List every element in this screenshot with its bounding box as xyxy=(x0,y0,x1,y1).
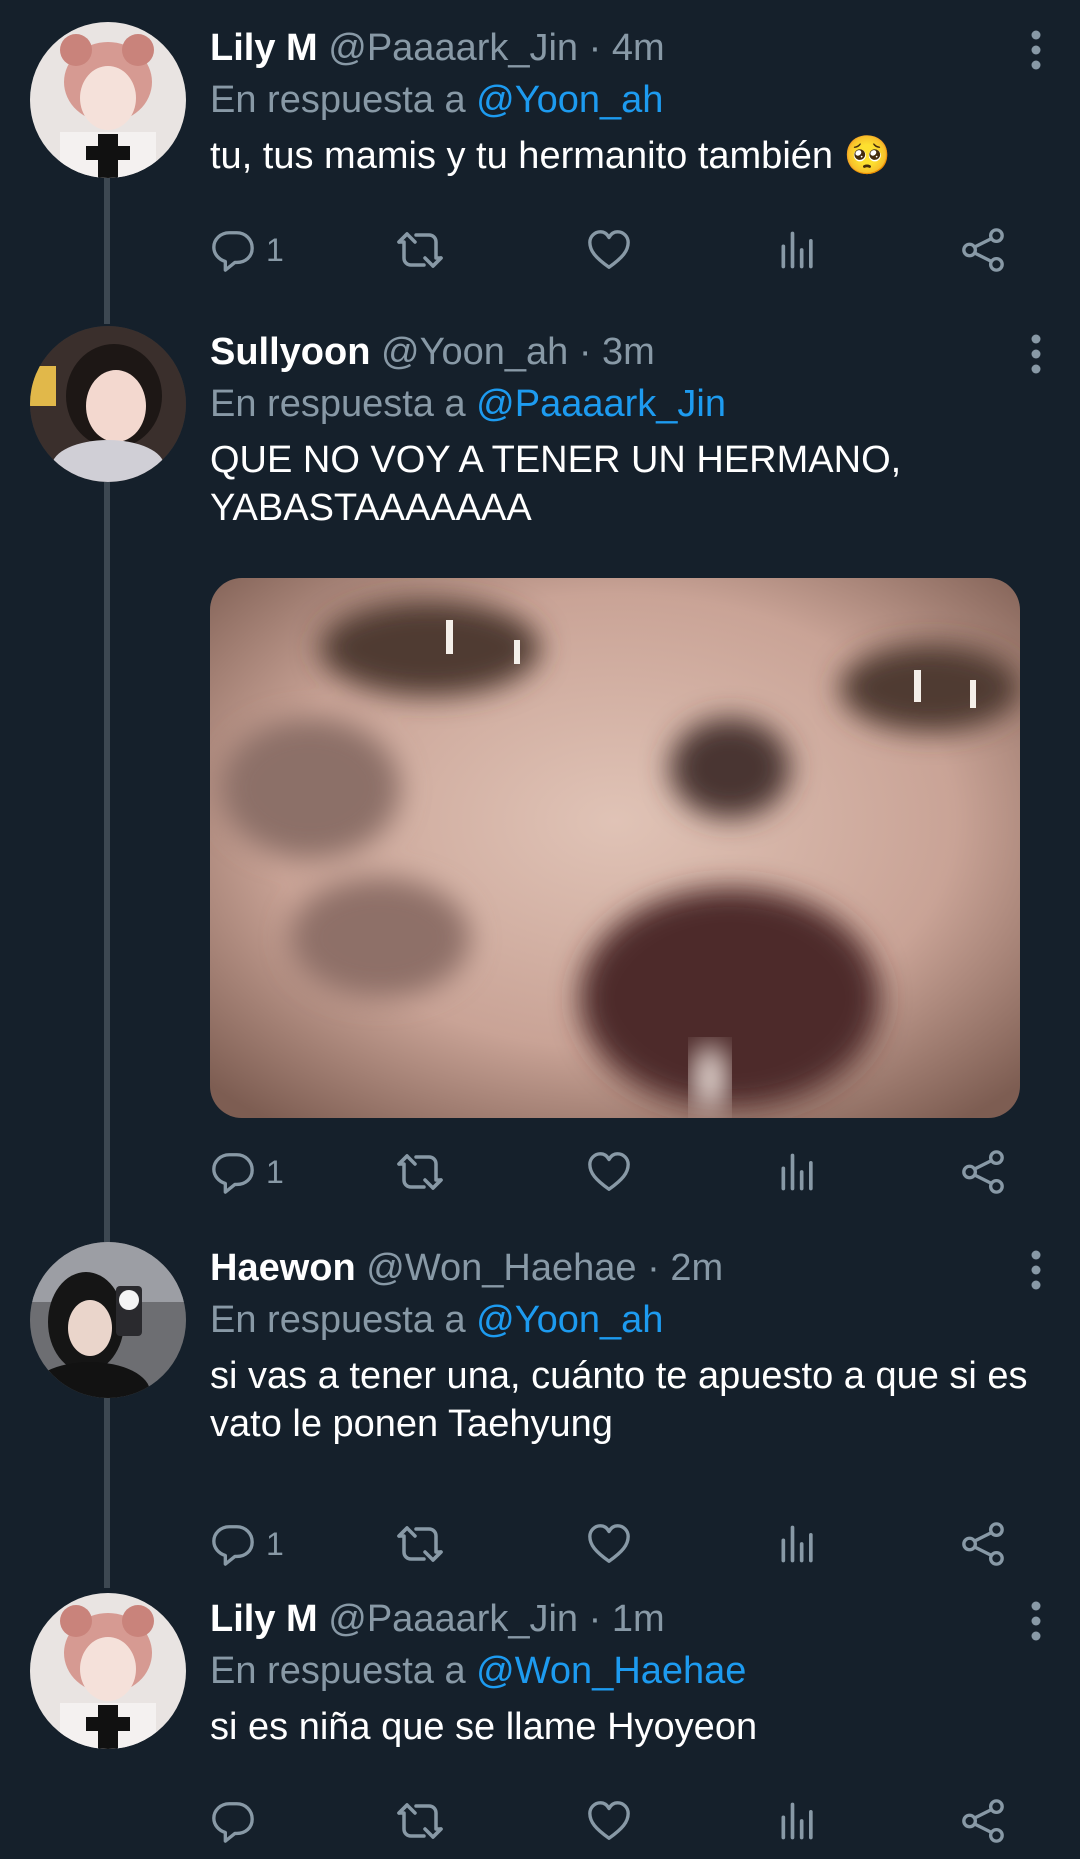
avatar[interactable] xyxy=(30,1242,186,1398)
more-icon[interactable] xyxy=(1030,334,1042,374)
views-icon xyxy=(776,228,820,272)
views-icon xyxy=(776,1799,820,1843)
reply-button[interactable]: 1 xyxy=(210,1516,284,1572)
retweet-icon xyxy=(396,1148,444,1196)
reply-count: 1 xyxy=(266,231,284,268)
avatar[interactable] xyxy=(30,22,186,178)
tweet-text: QUE NO VOY A TENER UN HERMANO, YABASTAAA… xyxy=(210,439,902,529)
tweet[interactable]: Sullyoon @Yoon_ah · 3m En respuesta a @P… xyxy=(0,304,1080,1204)
retweet-button[interactable] xyxy=(396,1793,444,1849)
action-bar: 1 xyxy=(210,1144,1010,1200)
reply-prefix: En respuesta a xyxy=(210,79,466,121)
more-icon[interactable] xyxy=(1030,30,1042,70)
share-button[interactable] xyxy=(960,1144,1006,1200)
share-button[interactable] xyxy=(960,1793,1006,1849)
more-icon[interactable] xyxy=(1030,1250,1042,1290)
tweet-text: si vas a tener una, cuánto te apuesto a … xyxy=(210,1355,1028,1445)
retweet-icon xyxy=(396,226,444,274)
tweet[interactable]: Lily M @Paaaark_Jin · 1m En respuesta a … xyxy=(0,1571,1080,1859)
reply-icon xyxy=(210,227,256,273)
like-button[interactable] xyxy=(586,1144,632,1200)
share-button[interactable] xyxy=(960,1516,1006,1572)
timestamp[interactable]: · 4m xyxy=(589,27,665,69)
views-button[interactable] xyxy=(776,1144,820,1200)
author-handle[interactable]: @Paaaark_Jin xyxy=(328,27,578,69)
views-button[interactable] xyxy=(776,1793,820,1849)
author-name[interactable]: Haewon xyxy=(210,1247,356,1289)
retweet-button[interactable] xyxy=(396,222,444,278)
like-icon xyxy=(586,1798,632,1844)
retweet-icon xyxy=(396,1797,444,1845)
author-name[interactable]: Sullyoon xyxy=(210,331,370,373)
reply-prefix: En respuesta a xyxy=(210,1299,466,1341)
share-icon xyxy=(960,1521,1006,1567)
timestamp[interactable]: · 2m xyxy=(647,1247,723,1289)
reply-to-link[interactable]: @Yoon_ah xyxy=(476,79,663,121)
tweet[interactable]: Haewon @Won_Haehae · 2m En respuesta a @… xyxy=(0,1220,1080,1560)
share-icon xyxy=(960,1798,1006,1844)
tweet[interactable]: Lily M @Paaaark_Jin · 4m En respuesta a … xyxy=(0,0,1080,300)
views-icon xyxy=(776,1150,820,1194)
author-handle[interactable]: @Paaaark_Jin xyxy=(328,1598,578,1640)
reply-prefix: En respuesta a xyxy=(210,1650,466,1692)
retweet-icon xyxy=(396,1520,444,1568)
author-handle[interactable]: @Yoon_ah xyxy=(381,331,568,373)
reply-icon xyxy=(210,1521,256,1567)
reply-to-link[interactable]: @Won_Haehae xyxy=(476,1650,746,1692)
reply-button[interactable]: 1 xyxy=(210,1144,284,1200)
reply-icon xyxy=(210,1798,256,1844)
reply-count: 1 xyxy=(266,1153,284,1190)
like-icon xyxy=(586,1149,632,1195)
tweet-text: tu, tus mamis y tu hermanito también 🥺 xyxy=(210,135,891,177)
avatar[interactable] xyxy=(30,326,186,482)
author-name[interactable]: Lily M xyxy=(210,27,318,69)
retweet-button[interactable] xyxy=(396,1516,444,1572)
reply-button[interactable]: 1 xyxy=(210,222,284,278)
author-handle[interactable]: @Won_Haehae xyxy=(366,1247,636,1289)
views-icon xyxy=(776,1522,820,1566)
like-button[interactable] xyxy=(586,1793,632,1849)
views-button[interactable] xyxy=(776,1516,820,1572)
reply-prefix: En respuesta a xyxy=(210,383,466,425)
reply-to-link[interactable]: @Yoon_ah xyxy=(476,1299,663,1341)
reply-count: 1 xyxy=(266,1525,284,1562)
reply-to-link[interactable]: @Paaaark_Jin xyxy=(476,383,726,425)
like-button[interactable] xyxy=(586,222,632,278)
author-name[interactable]: Lily M xyxy=(210,1598,318,1640)
avatar[interactable] xyxy=(30,1593,186,1749)
more-icon[interactable] xyxy=(1030,1601,1042,1641)
action-bar: 1 xyxy=(210,1516,1010,1572)
retweet-button[interactable] xyxy=(396,1144,444,1200)
reply-icon xyxy=(210,1149,256,1195)
share-icon xyxy=(960,227,1006,273)
tweet-text: si es niña que se llame Hyoyeon xyxy=(210,1706,758,1748)
share-button[interactable] xyxy=(960,222,1006,278)
tweet-media-image[interactable] xyxy=(210,578,1020,1118)
views-button[interactable] xyxy=(776,222,820,278)
like-icon xyxy=(586,1521,632,1567)
like-icon xyxy=(586,227,632,273)
share-icon xyxy=(960,1149,1006,1195)
timestamp[interactable]: · 1m xyxy=(589,1598,665,1640)
action-bar xyxy=(210,1793,1010,1849)
timestamp[interactable]: · 3m xyxy=(579,331,655,373)
like-button[interactable] xyxy=(586,1516,632,1572)
reply-button[interactable] xyxy=(210,1793,266,1849)
action-bar: 1 xyxy=(210,222,1010,278)
